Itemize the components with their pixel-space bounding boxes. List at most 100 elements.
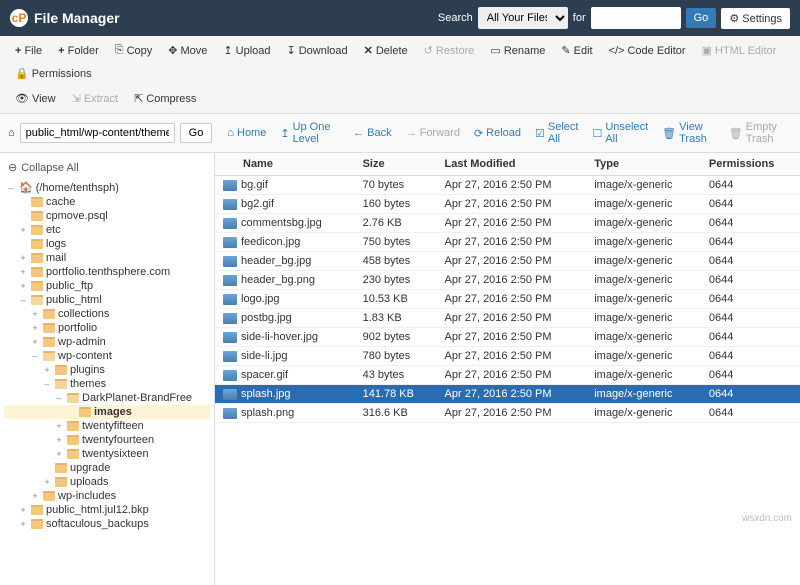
home-icon[interactable]: ⌂ (8, 127, 15, 139)
file-row[interactable]: bg2.gif160 bytesApr 27, 2016 2:50 PMimag… (215, 195, 800, 214)
tree-node[interactable]: +mail (4, 251, 210, 265)
nav-forward[interactable]: →Forward (401, 118, 465, 148)
tree-node[interactable]: –wp-content (4, 349, 210, 363)
file-row[interactable]: logo.jpg10.53 KBApr 27, 2016 2:50 PMimag… (215, 290, 800, 309)
restore-button[interactable]: ↺Restore (417, 40, 482, 61)
column-header[interactable]: Last Modified (437, 153, 587, 176)
tree-node[interactable]: images (4, 405, 210, 419)
tree-toggle[interactable]: + (54, 435, 64, 445)
code-editor-button[interactable]: </>Code Editor (602, 40, 693, 61)
file-modified: Apr 27, 2016 2:50 PM (437, 195, 587, 214)
tree-toggle[interactable]: + (18, 267, 28, 277)
file-row[interactable]: side-li-hover.jpg902 bytesApr 27, 2016 2… (215, 328, 800, 347)
collapse-all[interactable]: ⊖Collapse All (0, 157, 214, 178)
file-row[interactable]: header_bg.png230 bytesApr 27, 2016 2:50 … (215, 271, 800, 290)
file-row[interactable]: bg.gif70 bytesApr 27, 2016 2:50 PMimage/… (215, 176, 800, 195)
file-row[interactable]: splash.jpg141.78 KBApr 27, 2016 2:50 PMi… (215, 385, 800, 404)
tree-node[interactable]: +etc (4, 223, 210, 237)
settings-button[interactable]: ⚙ Settings (721, 8, 790, 29)
search-scope-select[interactable]: All Your Files (478, 7, 568, 29)
file-row[interactable]: side-li.jpg780 bytesApr 27, 2016 2:50 PM… (215, 347, 800, 366)
tree-toggle[interactable]: + (30, 309, 40, 319)
tree-toggle[interactable]: – (54, 393, 64, 403)
tree-node[interactable]: +portfolio (4, 321, 210, 335)
tree-toggle[interactable]: + (42, 365, 52, 375)
tree-node[interactable]: upgrade (4, 461, 210, 475)
nav-back[interactable]: ←Back (348, 118, 396, 148)
file-name: bg.gif (241, 179, 268, 191)
folder-icon (31, 281, 43, 291)
edit-button[interactable]: ✎Edit (554, 40, 599, 61)
tree-node[interactable]: +portfolio.tenthsphere.com (4, 265, 210, 279)
compress-button[interactable]: ⇱Compress (127, 88, 203, 109)
tree-toggle[interactable]: + (18, 281, 28, 291)
tree-toggle[interactable]: + (30, 323, 40, 333)
tree-node[interactable]: –DarkPlanet-BrandFree (4, 391, 210, 405)
tree-toggle[interactable]: + (30, 491, 40, 501)
view-button[interactable]: 👁View (8, 88, 63, 109)
tree-node[interactable]: +public_ftp (4, 279, 210, 293)
file-row[interactable]: header_bg.jpg458 bytesApr 27, 2016 2:50 … (215, 252, 800, 271)
file-row[interactable]: feedicon.jpg750 bytesApr 27, 2016 2:50 P… (215, 233, 800, 252)
file-type: image/x-generic (586, 233, 701, 252)
file-permissions: 0644 (701, 366, 800, 385)
delete-button[interactable]: ✕Delete (357, 40, 415, 61)
copy-button[interactable]: ⎘Copy (108, 40, 160, 61)
tree-toggle[interactable]: + (18, 253, 28, 263)
tree-node[interactable]: +wp-admin (4, 335, 210, 349)
tree-node[interactable]: +wp-includes (4, 489, 210, 503)
search-go-button[interactable]: Go (686, 8, 717, 28)
empty-trash[interactable]: 🗑Empty Trash (724, 118, 792, 148)
tree-node[interactable]: cache (4, 195, 210, 209)
path-go-button[interactable]: Go (180, 123, 213, 143)
tree-toggle[interactable]: – (42, 379, 52, 389)
tree-node[interactable]: +twentyfifteen (4, 419, 210, 433)
tree-node[interactable]: +softaculous_backups (4, 517, 210, 531)
tree-toggle[interactable]: + (18, 505, 28, 515)
tree-toggle[interactable]: + (30, 337, 40, 347)
unselect-all[interactable]: ☐Unselect All (587, 118, 653, 148)
upload-button[interactable]: ↥Upload (216, 40, 277, 61)
tree-node[interactable]: –public_html (4, 293, 210, 307)
search-input[interactable] (591, 7, 681, 29)
view-trash[interactable]: 🗑View Trash (657, 118, 720, 148)
tree-node[interactable]: +twentyfourteen (4, 433, 210, 447)
tree-toggle[interactable]: + (54, 421, 64, 431)
column-header[interactable]: Name (215, 153, 355, 176)
tree-toggle[interactable]: – (30, 351, 40, 361)
file-row[interactable]: commentsbg.jpg2.76 KBApr 27, 2016 2:50 P… (215, 214, 800, 233)
nav-reload[interactable]: ⟳Reload (469, 118, 526, 148)
folder-button[interactable]: +Folder (51, 40, 106, 61)
tree-toggle[interactable]: – (18, 295, 28, 305)
tree-node[interactable]: +plugins (4, 363, 210, 377)
file-row[interactable]: postbg.jpg1.83 KBApr 27, 2016 2:50 PMima… (215, 309, 800, 328)
tree-node[interactable]: +public_html.jul12.bkp (4, 503, 210, 517)
column-header[interactable]: Size (355, 153, 437, 176)
tree-toggle[interactable]: – (6, 183, 16, 193)
nav-home[interactable]: ⌂Home (222, 118, 271, 148)
tree-node[interactable]: –themes (4, 377, 210, 391)
tree-node[interactable]: logs (4, 237, 210, 251)
tree-toggle[interactable]: + (42, 477, 52, 487)
file-row[interactable]: splash.png316.6 KBApr 27, 2016 2:50 PMim… (215, 404, 800, 423)
download-button[interactable]: ↧Download (280, 40, 355, 61)
nav-up[interactable]: ↥Up One Level (275, 118, 344, 148)
select-all[interactable]: ☑Select All (530, 118, 583, 148)
html-editor-button[interactable]: ▣HTML Editor (695, 40, 784, 61)
tree-node[interactable]: –🏠(/home/tenthsph) (4, 180, 210, 195)
tree-node[interactable]: +collections (4, 307, 210, 321)
permissions-button[interactable]: 🔒Permissions (8, 63, 99, 84)
column-header[interactable]: Permissions (701, 153, 800, 176)
file-button[interactable]: +File (8, 40, 49, 61)
move-button[interactable]: ✥Move (161, 40, 214, 61)
tree-node[interactable]: cpmove.psql (4, 209, 210, 223)
tree-node[interactable]: +twentysixteen (4, 447, 210, 461)
tree-toggle[interactable]: + (54, 449, 64, 459)
column-header[interactable]: Type (586, 153, 701, 176)
tree-toggle[interactable]: + (18, 225, 28, 235)
path-input[interactable] (20, 123, 175, 143)
tree-node[interactable]: +uploads (4, 475, 210, 489)
file-row[interactable]: spacer.gif43 bytesApr 27, 2016 2:50 PMim… (215, 366, 800, 385)
rename-button[interactable]: ▭Rename (483, 40, 552, 61)
extract-button[interactable]: ⇲Extract (65, 88, 125, 109)
